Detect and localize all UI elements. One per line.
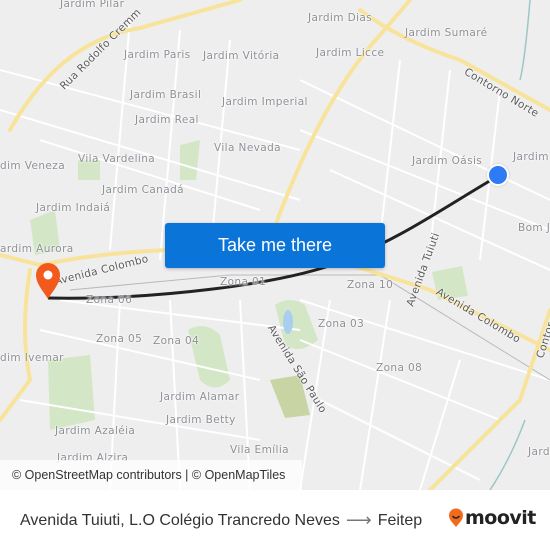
map-label: Jardim Indaiá xyxy=(36,202,111,214)
map-label: Jardim Alamar xyxy=(160,391,240,403)
route-summary: Avenida Tuiuti, L.O Colégio Trancredo Ne… xyxy=(20,510,422,531)
map-label: Vila Vardelina xyxy=(78,153,156,165)
map-label: Jardim Sumaré xyxy=(405,27,488,39)
stream xyxy=(489,419,526,490)
map-label: Zona 10 xyxy=(347,279,394,291)
map-label: Jardim Oásis xyxy=(412,155,483,167)
map-label: Bom J xyxy=(518,222,550,234)
map-label: dim Veneza xyxy=(0,160,66,172)
moovit-logo: moovit xyxy=(448,507,536,529)
map-label: Zona 03 xyxy=(318,318,365,330)
map-label: Zona 04 xyxy=(153,335,200,347)
moovit-wordmark: moovit xyxy=(465,507,536,529)
map-label: Jardim Vitória xyxy=(203,50,280,62)
map-label: dim Ivemar xyxy=(0,352,64,364)
map-label: Jardim Real xyxy=(135,114,199,126)
map-label: Vila Emília xyxy=(230,444,290,456)
map-label: Zona 08 xyxy=(376,362,423,374)
origin-marker[interactable] xyxy=(487,164,509,186)
arrow-right-icon: ⟶ xyxy=(345,510,372,530)
map-label: Jardim xyxy=(513,151,549,163)
stream xyxy=(519,0,531,81)
map-view[interactable]: Jardim Pilar Jardim Dias Jardim Sumaré J… xyxy=(0,0,550,490)
map-label: Jardim Pilar xyxy=(60,0,125,10)
map-label: Zona 06 xyxy=(86,294,133,306)
map-label: Zona 05 xyxy=(96,333,143,345)
map-label: Jardim Dias xyxy=(308,12,373,24)
map-label: Jardim Licce xyxy=(316,47,385,59)
map-label: Vila Nevada xyxy=(214,142,282,154)
map-label: ardim Aurora xyxy=(0,243,74,255)
moovit-pin-icon xyxy=(449,508,463,527)
take-me-there-button[interactable]: Take me there xyxy=(165,223,385,268)
destination-pin-icon[interactable] xyxy=(34,262,62,300)
map-label: Jardim Brasil xyxy=(130,89,202,101)
map-label: Jardim Betty xyxy=(166,414,236,426)
map-label: Jardim Paris xyxy=(124,49,191,61)
origin-name: Avenida Tuiuti, L.O Colégio Trancredo Ne… xyxy=(20,511,340,529)
map-label: Zona 01 xyxy=(220,276,267,288)
lake xyxy=(283,310,293,334)
map-attribution[interactable]: © OpenStreetMap contributors | © OpenMap… xyxy=(0,460,302,490)
destination-name: Feitep xyxy=(377,511,423,529)
map-label: Jardim Imperial xyxy=(222,96,308,108)
map-label: Jardim Canadá xyxy=(102,184,184,196)
map-label: Jardi xyxy=(528,446,550,458)
map-label: Jardim Azaléia xyxy=(55,425,136,437)
